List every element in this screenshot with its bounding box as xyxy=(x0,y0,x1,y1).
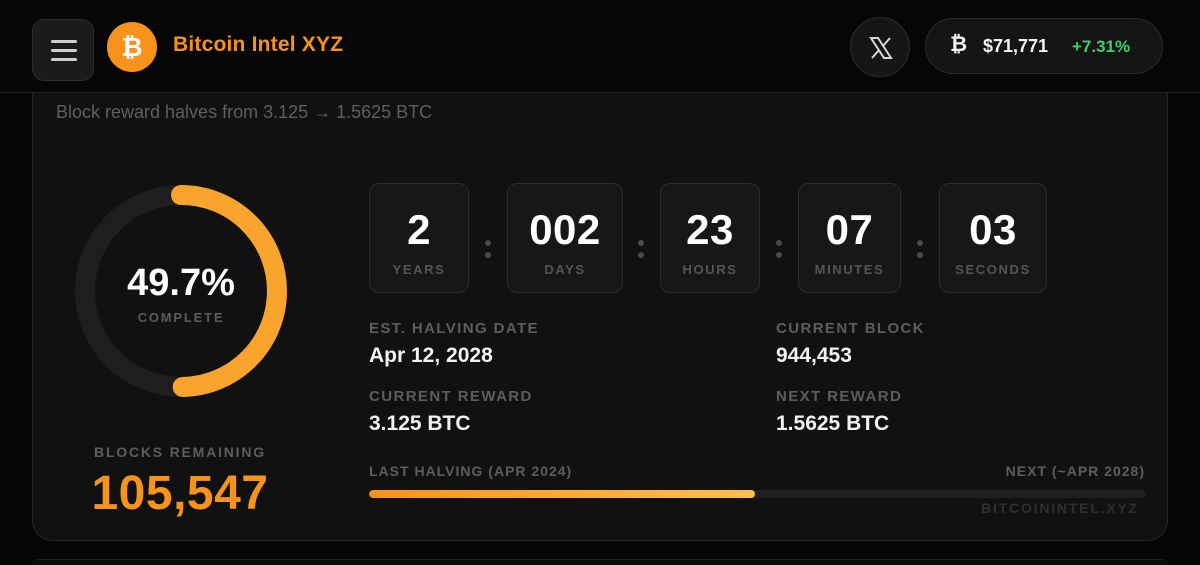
x-social-button[interactable] xyxy=(850,17,910,77)
countdown-days-unit: DAYS xyxy=(544,262,586,277)
countdown-hours: 23 HOURS xyxy=(660,183,760,293)
countdown-days: 002 DAYS xyxy=(507,183,623,293)
halving-progress-fill xyxy=(369,490,756,498)
est-halving-date-label: EST. HALVING DATE xyxy=(369,320,539,337)
btc-price: $71,771 xyxy=(983,36,1049,56)
next-reward-value: 1.5625 BTC xyxy=(776,412,890,435)
current-reward-value: 3.125 BTC xyxy=(369,412,471,435)
menu-icon xyxy=(51,40,77,43)
countdown-seconds: 03 SECONDS xyxy=(939,183,1047,293)
countdown-separator xyxy=(917,238,923,258)
blocks-remaining-label: BLOCKS REMAINING xyxy=(94,444,266,460)
x-social-icon xyxy=(869,37,893,59)
svg-text:₿: ₿ xyxy=(121,32,142,62)
bitcoin-symbol-icon: ₿ xyxy=(950,33,968,56)
menu-icon-bar xyxy=(51,58,77,61)
price-change: +7.31% xyxy=(1072,37,1131,56)
countdown-hours-unit: HOURS xyxy=(682,262,738,277)
next-halving-label: NEXT (~APR 2028) xyxy=(1005,463,1145,479)
countdown-separator xyxy=(638,238,644,258)
countdown-separator xyxy=(776,238,782,258)
completion-label: COMPLETE xyxy=(137,310,225,325)
current-block-label: CURRENT BLOCK xyxy=(776,320,926,337)
halving-progress-bar xyxy=(369,490,1146,498)
countdown-separator xyxy=(485,238,491,258)
menu-icon-bar xyxy=(51,49,77,52)
bitcoin-b-icon: ₿ xyxy=(121,32,142,62)
next-reward-label: NEXT REWARD xyxy=(776,388,903,405)
countdown-minutes: 07 MINUTES xyxy=(798,183,901,293)
bitcoin-logo[interactable]: ₿ xyxy=(107,22,157,72)
countdown-hours-value: 23 xyxy=(686,206,734,253)
current-block-value: 944,453 xyxy=(776,344,852,367)
brand-name[interactable]: Bitcoin Intel XYZ xyxy=(173,33,343,57)
top-header: ₿ Bitcoin Intel XYZ ₿ $71,771 +7.31% xyxy=(0,0,1200,93)
countdown-years: 2 YEARS xyxy=(369,183,469,293)
next-card-edge xyxy=(32,559,1168,565)
blocks-remaining-value: 105,547 xyxy=(91,467,269,520)
countdown-days-value: 002 xyxy=(529,206,601,253)
completion-percent: 49.7% xyxy=(127,262,235,304)
countdown-years-unit: YEARS xyxy=(392,262,446,277)
countdown-seconds-unit: SECONDS xyxy=(955,262,1031,277)
btc-price-ticker[interactable]: ₿ $71,771 +7.31% xyxy=(925,18,1163,74)
card-subtitle: Block reward halves from 3.125 → 1.5625 … xyxy=(56,102,433,122)
countdown-minutes-value: 07 xyxy=(825,206,874,253)
current-reward-label: CURRENT REWARD xyxy=(369,388,533,405)
site-watermark: BITCOININTEL.XYZ xyxy=(981,500,1139,516)
countdown-minutes-unit: MINUTES xyxy=(814,262,885,277)
last-halving-label: LAST HALVING (APR 2024) xyxy=(369,463,573,479)
est-halving-date-value: Apr 12, 2028 xyxy=(369,344,493,367)
countdown-seconds-value: 03 xyxy=(969,206,1017,253)
menu-button[interactable] xyxy=(32,19,94,81)
countdown-years-value: 2 xyxy=(407,206,431,253)
